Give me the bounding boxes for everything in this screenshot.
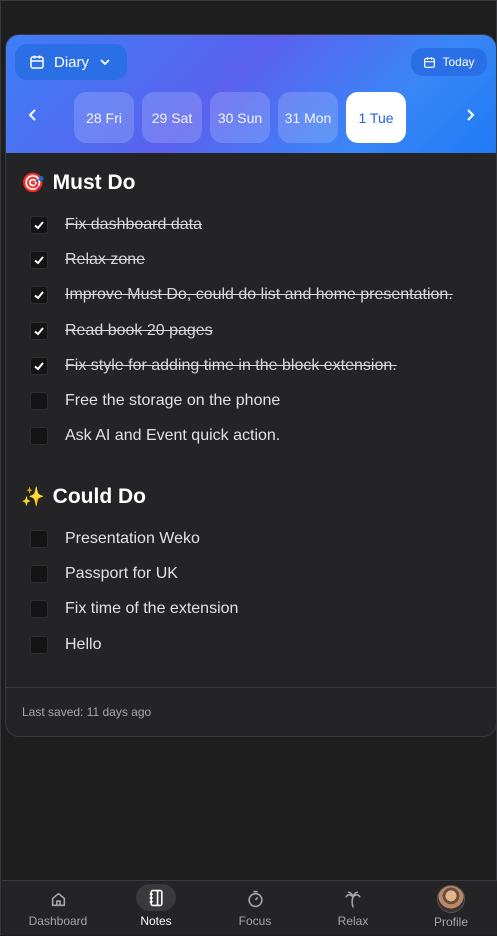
divider [6, 687, 496, 688]
date-chip-selected[interactable]: 1 Tue [346, 92, 406, 143]
diary-card: Diary Today 28 Fri 29 Sat 30 Sun 31 Mon … [5, 34, 497, 737]
task-text[interactable]: Passport for UK [65, 565, 178, 583]
sparkles-icon: ✨ [21, 487, 45, 508]
task-item: Read book 20 pages [30, 319, 213, 343]
task-item: Ask AI and Event quick action. [30, 424, 280, 448]
target-icon: 🎯 [21, 173, 45, 194]
task-text[interactable]: Presentation Weko [65, 530, 200, 548]
date-chip[interactable]: 31 Mon [278, 92, 338, 143]
task-item: Hello [30, 633, 101, 657]
previous-dates-button[interactable] [23, 105, 43, 129]
checkmark-icon [34, 221, 44, 230]
nav-label: Relax [337, 914, 369, 928]
task-text[interactable]: Improve Must Do, could do list and home … [65, 286, 453, 304]
palm-tree-icon [344, 887, 362, 911]
task-checkbox-checked[interactable] [30, 356, 48, 375]
task-text[interactable]: Fix time of the extension [65, 600, 238, 618]
task-item: Fix dashboard data [30, 213, 202, 237]
next-dates-button[interactable] [460, 105, 480, 129]
notebook-icon [136, 884, 176, 911]
task-checkbox[interactable] [30, 530, 48, 548]
task-checkbox[interactable] [30, 635, 48, 654]
must-do-heading: 🎯 Must Do [21, 171, 136, 195]
task-checkbox[interactable] [30, 392, 48, 410]
last-saved-text: Last saved: 11 days ago [22, 705, 152, 719]
today-button[interactable]: Today [411, 48, 487, 76]
task-checkbox-checked[interactable] [30, 286, 48, 305]
must-do-title: Must Do [52, 171, 136, 194]
task-item: Fix style for adding time in the block e… [30, 354, 397, 378]
profile-avatar [437, 885, 465, 913]
could-do-heading: ✨ Could Do [21, 485, 146, 509]
checkmark-icon [34, 256, 44, 265]
nav-notes[interactable]: Notes [116, 881, 196, 936]
task-checkbox[interactable] [30, 427, 48, 446]
task-checkbox[interactable] [30, 565, 48, 584]
nav-relax[interactable]: Relax [313, 881, 393, 936]
nav-label: Profile [433, 915, 468, 929]
task-checkbox-checked[interactable] [30, 321, 48, 340]
task-checkbox-checked[interactable] [30, 216, 48, 234]
checkmark-icon [34, 326, 44, 336]
avatar [437, 885, 465, 913]
calendar-icon [29, 54, 45, 70]
nav-label: Notes [140, 914, 172, 928]
date-chip[interactable]: 28 Fri [74, 92, 134, 143]
nav-profile[interactable]: Profile [411, 881, 491, 936]
could-do-title: Could Do [52, 485, 146, 508]
task-item: Presentation Weko [30, 527, 200, 551]
task-item: Improve Must Do, could do list and home … [30, 283, 453, 307]
nav-label: Dashboard [28, 914, 88, 928]
task-item: Passport for UK [30, 562, 178, 586]
nav-focus[interactable]: Focus [215, 881, 295, 936]
diary-label: Diary [54, 53, 90, 71]
timer-icon [247, 887, 264, 911]
task-checkbox-checked[interactable] [30, 251, 48, 270]
app-frame: Diary Today 28 Fri 29 Sat 30 Sun 31 Mon … [0, 0, 497, 935]
task-checkbox[interactable] [30, 600, 48, 619]
task-item: Free the storage on the phone [30, 389, 280, 413]
checkmark-icon [34, 362, 44, 371]
chevron-right-icon [464, 108, 476, 127]
task-item: Relax zone [30, 248, 145, 272]
date-strip: 28 Fri 29 Sat 30 Sun 31 Mon 1 Tue [74, 92, 406, 143]
date-chip[interactable]: 29 Sat [142, 92, 202, 143]
date-chip[interactable]: 30 Sun [210, 92, 270, 143]
chevron-down-icon [98, 55, 112, 69]
diary-header: Diary Today 28 Fri 29 Sat 30 Sun 31 Mon … [6, 35, 496, 153]
diary-dropdown-button[interactable]: Diary [15, 44, 127, 80]
task-text[interactable]: Read book 20 pages [65, 322, 213, 340]
nav-dashboard[interactable]: Dashboard [18, 881, 98, 936]
calendar-icon [423, 56, 436, 69]
today-label: Today [442, 55, 475, 69]
task-text[interactable]: Free the storage on the phone [65, 392, 280, 410]
task-text[interactable]: Fix dashboard data [65, 216, 202, 234]
checkmark-icon [34, 291, 44, 300]
bottom-navigation: Dashboard Notes Focus Relax Profile [2, 880, 497, 935]
task-item: Fix time of the extension [30, 597, 238, 621]
chevron-left-icon [27, 108, 39, 127]
task-text[interactable]: Ask AI and Event quick action. [65, 427, 280, 445]
home-icon [50, 887, 67, 911]
nav-label: Focus [238, 914, 272, 928]
task-text[interactable]: Relax zone [65, 251, 145, 269]
task-text[interactable]: Fix style for adding time in the block e… [65, 357, 397, 375]
task-text[interactable]: Hello [65, 636, 101, 654]
